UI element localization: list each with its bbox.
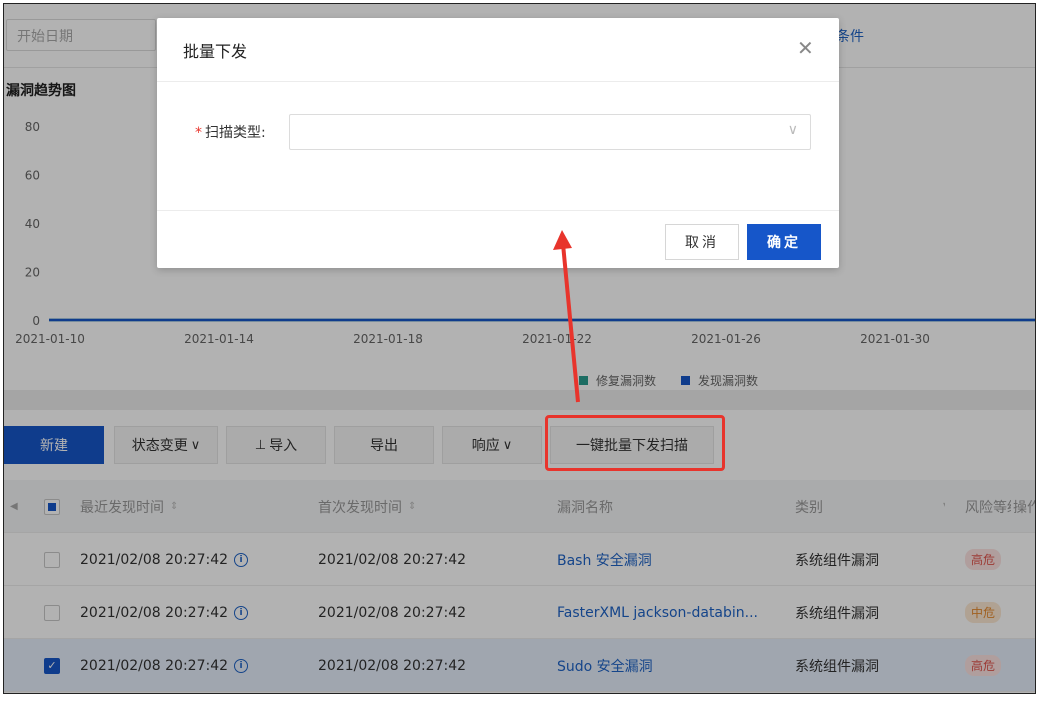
annotation-arrow [553,230,580,403]
app-frame: 开始日期 条件 漏洞趋势图 0 20 40 60 80 2021-01-10 2021-0… [3,3,1036,694]
